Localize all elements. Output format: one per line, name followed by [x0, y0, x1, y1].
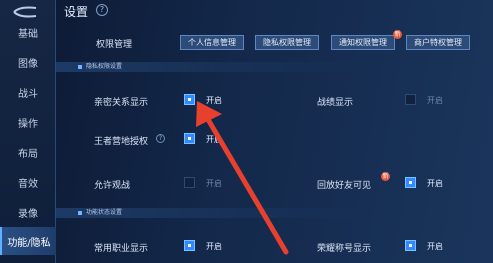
settings-window: 基础 图像 战斗 操作 布局 音效 录像 功能/隐私 设置 ? 权限管理 个人信…	[0, 0, 493, 263]
annotation-arrow-icon	[196, 101, 289, 255]
